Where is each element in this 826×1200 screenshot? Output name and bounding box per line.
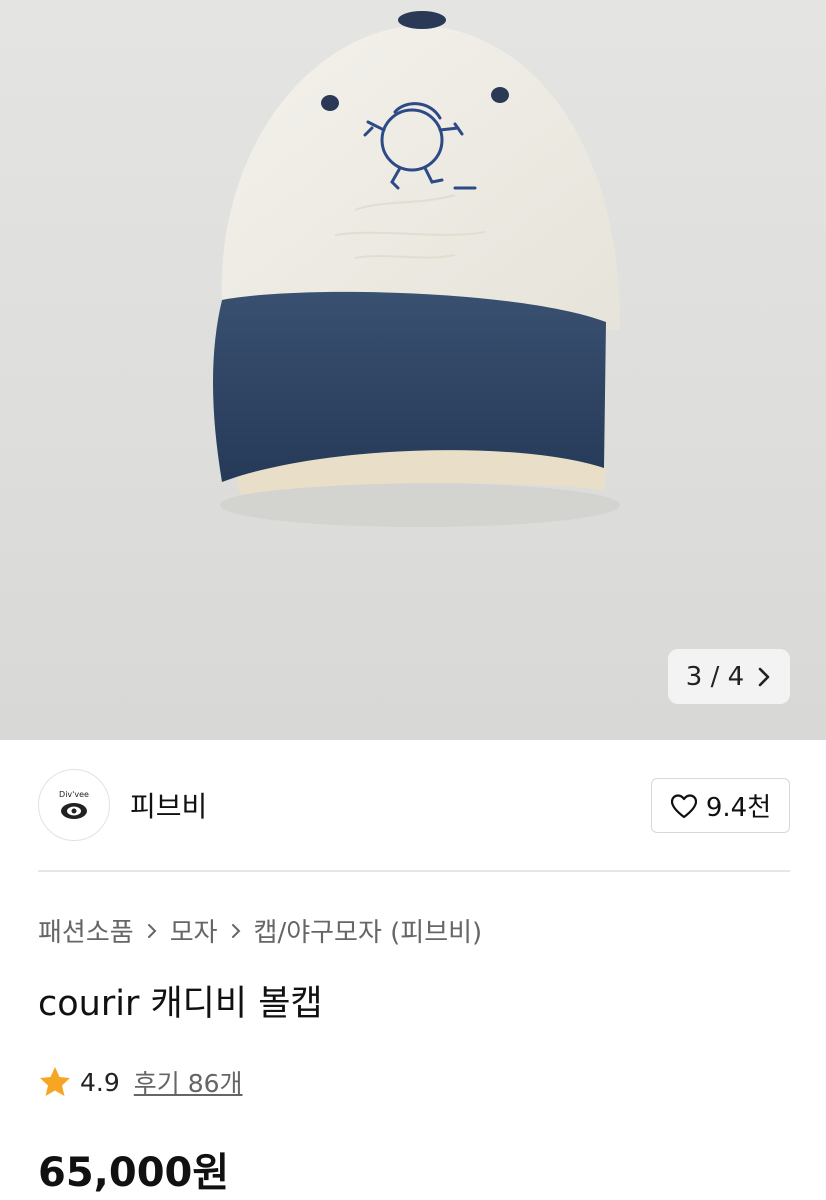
star-icon (40, 1067, 70, 1096)
rating-row: 4.9 후기 86개 (38, 1064, 243, 1100)
reviews-link[interactable]: 후기 86개 (134, 1064, 243, 1100)
breadcrumb: 패션소품 모자 캡/야구모자 (피브비) (38, 912, 482, 949)
divider (38, 870, 790, 872)
product-title: courir 캐디비 볼캡 (38, 984, 323, 1024)
image-pager[interactable]: 3 / 4 (668, 649, 790, 704)
brand-logo-icon: Div'vee (58, 784, 90, 819)
chevron-right-icon (231, 923, 240, 938)
pager-count: 3 / 4 (685, 661, 745, 692)
seller-avatar[interactable]: Div'vee (38, 769, 110, 841)
like-button[interactable]: 9.4천 (651, 778, 790, 833)
svg-text:Div'vee: Div'vee (59, 790, 89, 799)
seller-row: Div'vee 피브비 9.4천 (38, 769, 790, 841)
product-image-gallery[interactable]: 3 / 4 (0, 0, 826, 740)
product-image (213, 11, 620, 527)
like-count: 9.4천 (705, 793, 772, 823)
breadcrumb-item[interactable]: 패션소품 (38, 912, 134, 949)
chevron-right-icon (147, 923, 157, 938)
product-price: 65,000원 (38, 1150, 230, 1196)
rating-score: 4.9 (80, 1067, 120, 1097)
chevron-right-icon[interactable] (756, 666, 772, 688)
breadcrumb-item[interactable]: 모자 (170, 912, 218, 949)
heart-icon (670, 793, 697, 818)
breadcrumb-item[interactable]: 캡/야구모자 (피브비) (254, 912, 483, 949)
seller-name[interactable]: 피브비 (130, 785, 207, 825)
